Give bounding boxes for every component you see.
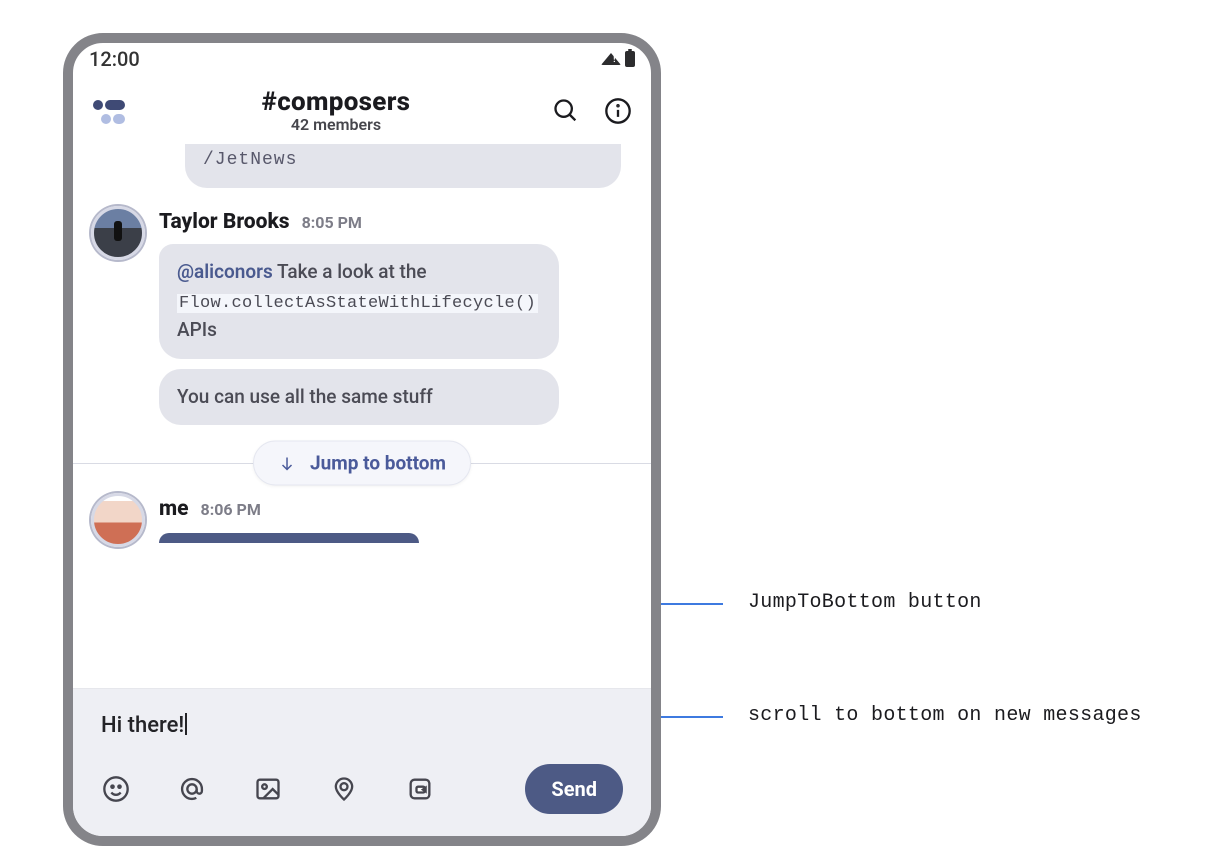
message-row-me: me 8:06 PM — [91, 493, 633, 547]
channel-name[interactable]: #composers — [121, 87, 551, 117]
mention[interactable]: @aliconors — [177, 260, 273, 283]
battery-icon — [625, 51, 635, 67]
composer-input[interactable]: Hi there! — [101, 709, 623, 764]
search-icon[interactable] — [551, 96, 581, 126]
wifi-alert-icon — [601, 53, 621, 65]
message-timestamp: 8:05 PM — [302, 213, 362, 232]
mention-icon[interactable] — [177, 774, 207, 804]
status-bar: 12:00 — [73, 43, 651, 73]
emoji-icon[interactable] — [101, 774, 131, 804]
inline-code: Flow.collectAsStateWithLifecycle() — [177, 294, 538, 313]
message-row-taylor: Taylor Brooks 8:05 PM @aliconors Take a … — [91, 206, 633, 425]
device-frame: 12:00 #composers 42 members /JetNews — [63, 33, 661, 846]
send-button[interactable]: Send — [525, 764, 623, 814]
divider-row: Jump to bottom — [91, 441, 633, 485]
message-list[interactable]: /JetNews Taylor Brooks 8:05 PM @aliconor… — [73, 144, 651, 704]
video-call-icon[interactable] — [405, 774, 435, 804]
channel-members: 42 members — [121, 115, 551, 134]
app-logo-icon[interactable] — [91, 96, 121, 126]
sender-name[interactable]: Taylor Brooks — [159, 210, 290, 234]
message-bubble-truncated: /JetNews — [185, 144, 621, 188]
message-bubble[interactable]: @aliconors Take a look at the Flow.colle… — [159, 244, 559, 359]
message-bubble[interactable]: You can use all the same stuff — [159, 369, 559, 426]
annotation-label-scroll: scroll to bottom on new messages — [748, 704, 1142, 727]
status-time: 12:00 — [89, 47, 140, 71]
jump-to-bottom-button[interactable]: Jump to bottom — [253, 441, 471, 486]
location-icon[interactable] — [329, 774, 359, 804]
avatar-me[interactable] — [91, 493, 145, 547]
sender-name[interactable]: me — [159, 497, 189, 521]
app-bar: #composers 42 members — [73, 73, 651, 144]
jump-to-bottom-label: Jump to bottom — [310, 452, 446, 475]
message-bubble-truncated-outgoing — [159, 533, 419, 543]
message-composer: Hi there! Send — [73, 688, 651, 836]
message-timestamp: 8:06 PM — [201, 500, 261, 519]
avatar-taylor[interactable] — [91, 206, 145, 260]
image-icon[interactable] — [253, 774, 283, 804]
annotation-label-jump: JumpToBottom button — [748, 591, 982, 614]
info-icon[interactable] — [603, 96, 633, 126]
